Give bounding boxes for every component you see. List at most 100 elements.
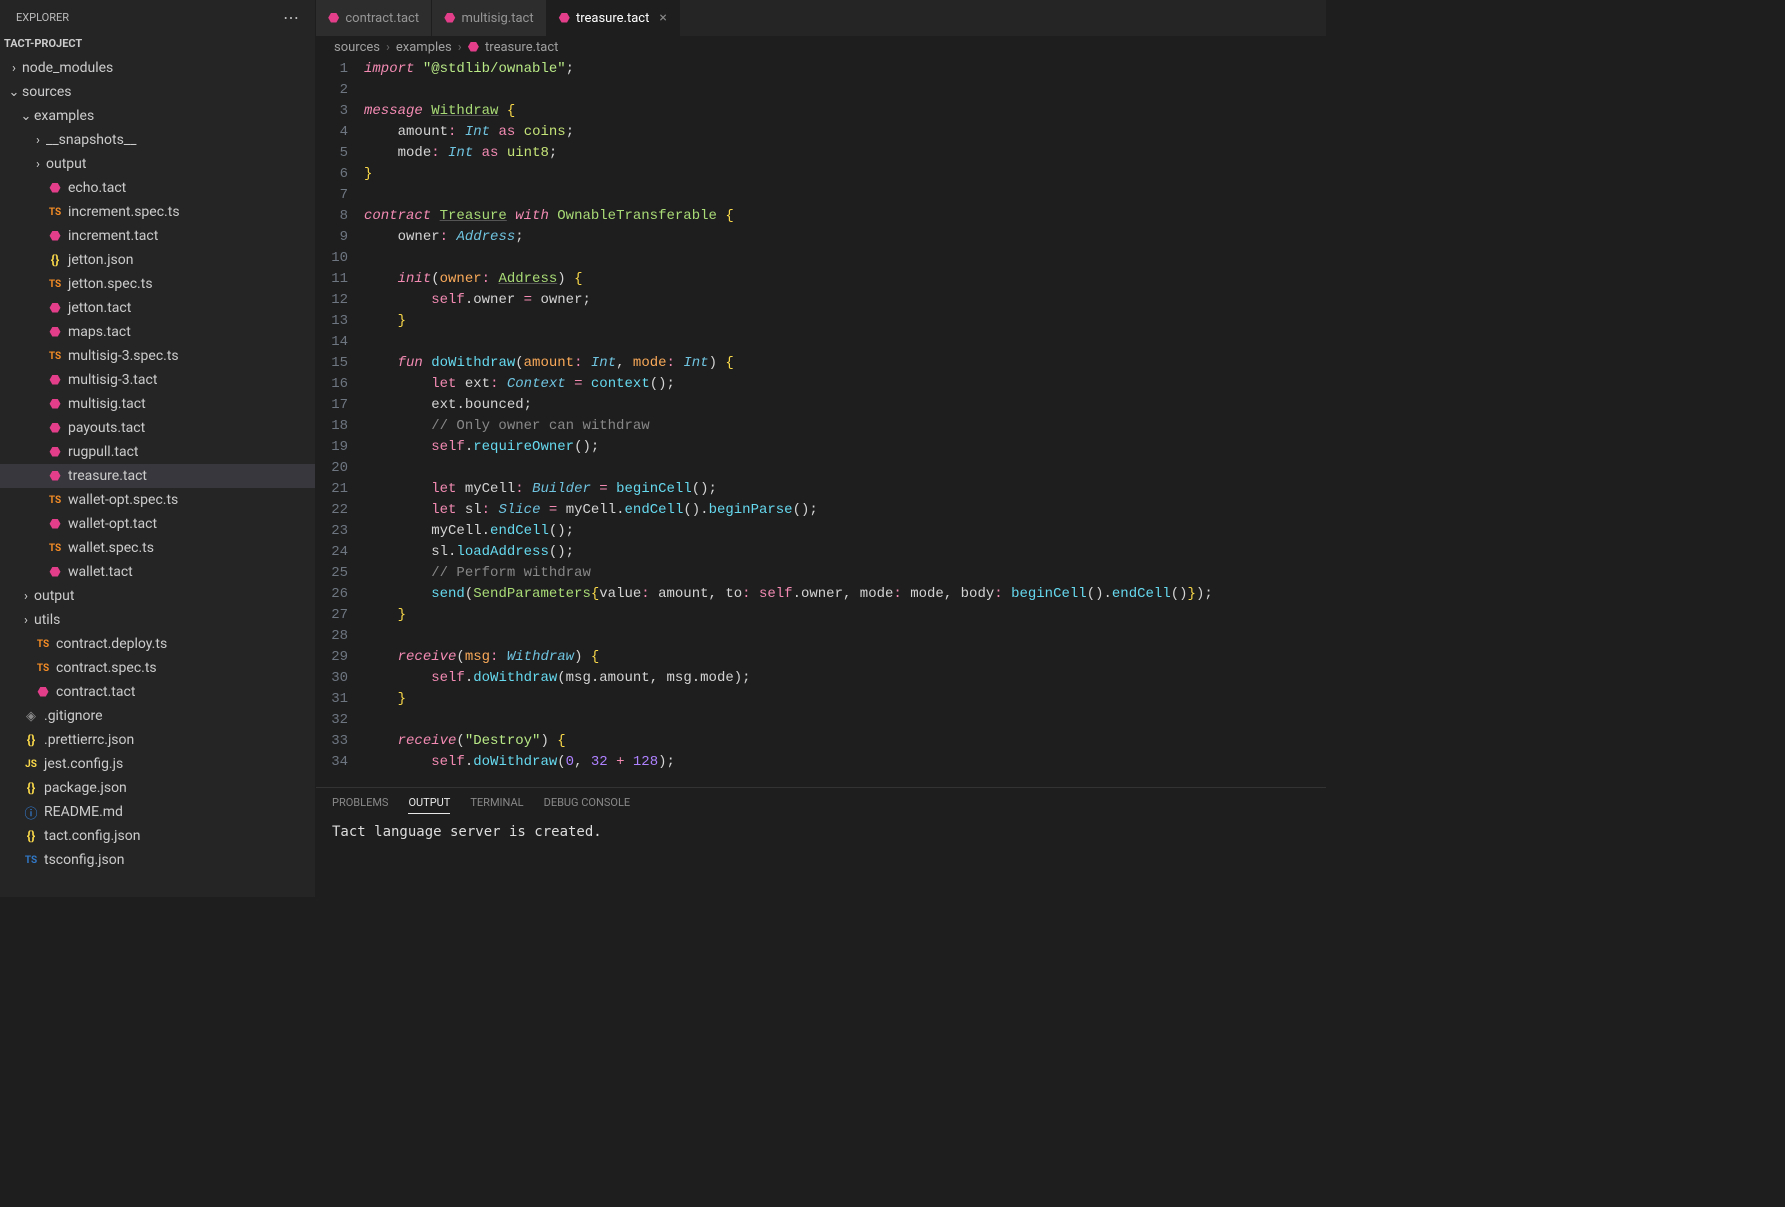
folder-item[interactable]: ›output <box>0 584 315 608</box>
json-icon: {} <box>22 781 40 796</box>
code-line[interactable] <box>364 710 1326 731</box>
code-line[interactable]: message Withdraw { <box>364 101 1326 122</box>
file-item[interactable]: ◈.gitignore <box>0 704 315 728</box>
more-icon[interactable]: ⋯ <box>283 8 299 27</box>
code-line[interactable]: self.doWithdraw(0, 32 + 128); <box>364 752 1326 773</box>
file-item[interactable]: ⬣maps.tact <box>0 320 315 344</box>
code-line[interactable] <box>364 185 1326 206</box>
panel-tab-problems[interactable]: PROBLEMS <box>332 796 388 814</box>
file-item[interactable]: TSmultisig-3.spec.ts <box>0 344 315 368</box>
code-editor[interactable]: 1234567891011121314151617181920212223242… <box>316 59 1326 787</box>
file-item[interactable]: ⬣wallet-opt.tact <box>0 512 315 536</box>
code-content[interactable]: import "@stdlib/ownable"; message Withdr… <box>364 59 1326 787</box>
close-icon[interactable]: × <box>659 10 666 26</box>
code-line[interactable]: contract Treasure with OwnableTransferab… <box>364 206 1326 227</box>
sidebar-title: EXPLORER <box>16 11 69 24</box>
chevron-icon: › <box>6 61 22 76</box>
code-line[interactable]: fun doWithdraw(amount: Int, mode: Int) { <box>364 353 1326 374</box>
line-number: 5 <box>316 143 348 164</box>
tact-icon: ⬣ <box>46 229 64 244</box>
file-item[interactable]: TStsconfig.json <box>0 848 315 872</box>
file-item[interactable]: ⬣increment.tact <box>0 224 315 248</box>
tree-label: jest.config.js <box>44 756 123 772</box>
code-line[interactable]: self.requireOwner(); <box>364 437 1326 458</box>
tree-label: README.md <box>44 804 123 820</box>
file-item[interactable]: TSjetton.spec.ts <box>0 272 315 296</box>
panel-tab-output[interactable]: OUTPUT <box>408 796 450 814</box>
folder-item[interactable]: ›output <box>0 152 315 176</box>
code-line[interactable]: init(owner: Address) { <box>364 269 1326 290</box>
file-item[interactable]: ⬣contract.tact <box>0 680 315 704</box>
bottom-panel: PROBLEMS OUTPUT TERMINAL DEBUG CONSOLE T… <box>316 787 1326 897</box>
code-line[interactable]: amount: Int as coins; <box>364 122 1326 143</box>
code-line[interactable] <box>364 332 1326 353</box>
line-number: 31 <box>316 689 348 710</box>
editor-tab[interactable]: ⬣ contract.tact <box>316 0 432 36</box>
file-item[interactable]: ⬣multisig-3.tact <box>0 368 315 392</box>
file-item[interactable]: {}jetton.json <box>0 248 315 272</box>
code-line[interactable]: import "@stdlib/ownable"; <box>364 59 1326 80</box>
code-line[interactable]: sl.loadAddress(); <box>364 542 1326 563</box>
code-line[interactable]: ext.bounced; <box>364 395 1326 416</box>
folder-item[interactable]: ⌄examples <box>0 104 315 128</box>
file-item[interactable]: TSwallet.spec.ts <box>0 536 315 560</box>
file-item[interactable]: TScontract.spec.ts <box>0 656 315 680</box>
file-item[interactable]: TSincrement.spec.ts <box>0 200 315 224</box>
file-item[interactable]: ⓘREADME.md <box>0 800 315 824</box>
code-line[interactable]: } <box>364 605 1326 626</box>
tree-label: contract.deploy.ts <box>56 636 167 652</box>
code-line[interactable] <box>364 248 1326 269</box>
folder-item[interactable]: ⌄sources <box>0 80 315 104</box>
code-line[interactable]: // Perform withdraw <box>364 563 1326 584</box>
code-line[interactable]: } <box>364 311 1326 332</box>
breadcrumb-seg[interactable]: examples <box>396 40 452 55</box>
file-item[interactable]: {}package.json <box>0 776 315 800</box>
breadcrumb[interactable]: sources › examples › ⬣ treasure.tact <box>316 36 1326 59</box>
breadcrumb-seg[interactable]: treasure.tact <box>485 40 558 55</box>
folder-item[interactable]: ›utils <box>0 608 315 632</box>
folder-item[interactable]: ›node_modules <box>0 56 315 80</box>
explorer-sidebar: EXPLORER ⋯ TACT-PROJECT ›node_modules⌄so… <box>0 0 316 897</box>
code-line[interactable] <box>364 626 1326 647</box>
code-line[interactable]: let myCell: Builder = beginCell(); <box>364 479 1326 500</box>
panel-tab-debug-console[interactable]: DEBUG CONSOLE <box>544 796 631 814</box>
info-icon: ⓘ <box>22 803 40 822</box>
code-line[interactable]: send(SendParameters{value: amount, to: s… <box>364 584 1326 605</box>
folder-item[interactable]: ›__snapshots__ <box>0 128 315 152</box>
breadcrumb-seg[interactable]: sources <box>334 40 380 55</box>
file-item[interactable]: {}tact.config.json <box>0 824 315 848</box>
file-item[interactable]: TScontract.deploy.ts <box>0 632 315 656</box>
code-line[interactable]: receive("Destroy") { <box>364 731 1326 752</box>
project-name[interactable]: TACT-PROJECT <box>0 33 315 56</box>
code-line[interactable]: myCell.endCell(); <box>364 521 1326 542</box>
tact-icon: ⬣ <box>34 685 52 700</box>
code-line[interactable] <box>364 80 1326 101</box>
code-line[interactable]: } <box>364 164 1326 185</box>
tree-label: examples <box>34 108 94 124</box>
file-item[interactable]: ⬣payouts.tact <box>0 416 315 440</box>
code-line[interactable]: owner: Address; <box>364 227 1326 248</box>
file-item[interactable]: ⬣jetton.tact <box>0 296 315 320</box>
file-item[interactable]: ⬣multisig.tact <box>0 392 315 416</box>
panel-tab-terminal[interactable]: TERMINAL <box>470 796 523 814</box>
code-line[interactable]: let sl: Slice = myCell.endCell().beginPa… <box>364 500 1326 521</box>
code-line[interactable]: } <box>364 689 1326 710</box>
file-item[interactable]: {}.prettierrc.json <box>0 728 315 752</box>
file-item[interactable]: ⬣wallet.tact <box>0 560 315 584</box>
code-line[interactable]: self.owner = owner; <box>364 290 1326 311</box>
editor-tab[interactable]: ⬣treasure.tact× <box>547 0 680 36</box>
file-item[interactable]: ⬣rugpull.tact <box>0 440 315 464</box>
file-item[interactable]: ⬣treasure.tact <box>0 464 315 488</box>
editor-tab[interactable]: ⬣multisig.tact <box>432 0 546 36</box>
tact-icon: ⬣ <box>328 11 339 26</box>
code-line[interactable]: let ext: Context = context(); <box>364 374 1326 395</box>
file-item[interactable]: JSjest.config.js <box>0 752 315 776</box>
file-item[interactable]: TSwallet-opt.spec.ts <box>0 488 315 512</box>
file-item[interactable]: ⬣echo.tact <box>0 176 315 200</box>
code-line[interactable]: self.doWithdraw(msg.amount, msg.mode); <box>364 668 1326 689</box>
tab-label: contract.tact <box>345 11 419 26</box>
code-line[interactable]: // Only owner can withdraw <box>364 416 1326 437</box>
code-line[interactable]: receive(msg: Withdraw) { <box>364 647 1326 668</box>
code-line[interactable]: mode: Int as uint8; <box>364 143 1326 164</box>
code-line[interactable] <box>364 458 1326 479</box>
